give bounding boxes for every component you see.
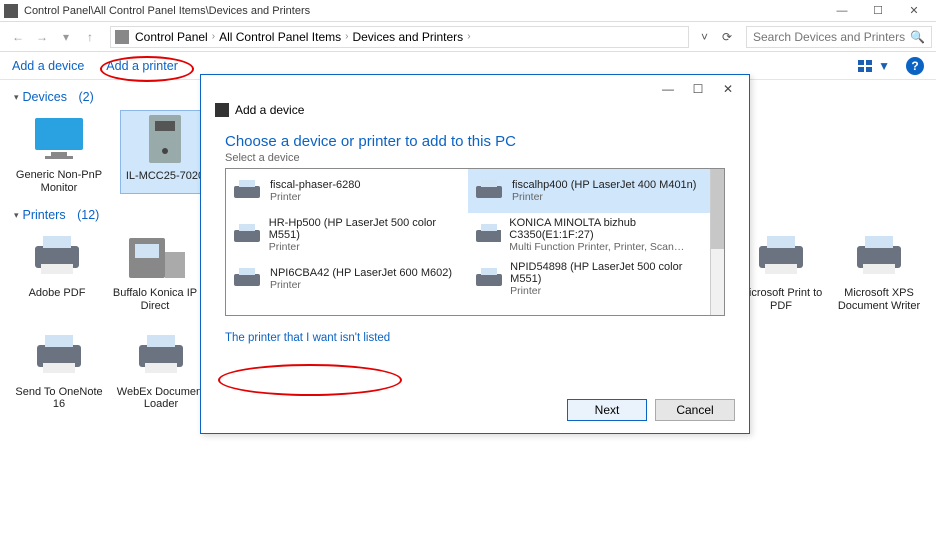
crumb-2[interactable]: Devices and Printers bbox=[352, 30, 463, 44]
dialog-titlebar: — ☐ ✕ bbox=[201, 75, 749, 103]
scrollbar-thumb[interactable] bbox=[711, 169, 724, 249]
address-dropdown[interactable]: ˅ bbox=[695, 30, 714, 44]
device-option[interactable]: HR-Hp500 (HP LaserJet 500 color M551)Pri… bbox=[226, 213, 468, 257]
device-list: fiscal-phaser-6280Printer HR-Hp500 (HP L… bbox=[225, 168, 725, 316]
dialog-heading: Choose a device or printer to add to thi… bbox=[225, 133, 725, 150]
printer-label: Adobe PDF bbox=[14, 287, 100, 300]
up-button[interactable]: ↑ bbox=[80, 27, 100, 47]
dialog-maximize-button[interactable]: ☐ bbox=[683, 79, 713, 99]
collapse-icon: ▾ bbox=[14, 210, 19, 221]
location-icon bbox=[115, 30, 129, 44]
printer-not-listed-link[interactable]: The printer that I want isn't listed bbox=[225, 332, 390, 344]
recent-button[interactable]: ▾ bbox=[56, 27, 76, 47]
search-box[interactable]: 🔍 bbox=[746, 26, 932, 48]
printer-label: Send To OneNote 16 bbox=[14, 386, 104, 411]
add-device-dialog: — ☐ ✕ Add a device Choose a device or pr… bbox=[200, 74, 750, 434]
minimize-button[interactable]: — bbox=[824, 1, 860, 21]
dialog-icon bbox=[215, 103, 229, 117]
device-label: Generic Non-PnP Monitor bbox=[14, 169, 104, 194]
device-option[interactable]: fiscal-phaser-6280Printer bbox=[226, 169, 468, 213]
printer-label: Microsoft Print to PDF bbox=[738, 287, 824, 312]
device-item-pc[interactable]: IL-MCC25-7020 bbox=[120, 110, 210, 194]
chevron-down-icon: ▼ bbox=[878, 59, 890, 73]
printer-icon bbox=[232, 222, 261, 248]
app-icon bbox=[4, 4, 18, 18]
printer-item[interactable]: Send To OneNote 16 bbox=[14, 327, 104, 411]
device-option[interactable]: NPI6CBA42 (HP LaserJet 600 M602)Printer bbox=[226, 257, 468, 301]
search-input[interactable] bbox=[753, 30, 910, 44]
view-menu[interactable]: ▼ bbox=[852, 59, 896, 73]
printer-item[interactable]: Microsoft XPS Document Writer bbox=[836, 228, 922, 312]
printer-icon bbox=[849, 228, 909, 284]
dialog-subheading: Select a device bbox=[225, 152, 725, 164]
printer-icon bbox=[232, 266, 262, 292]
monitor-icon bbox=[29, 110, 89, 166]
search-icon: 🔍 bbox=[910, 30, 925, 44]
device-option-selected[interactable]: fiscalhp400 (HP LaserJet 400 M401n)Print… bbox=[468, 169, 710, 213]
printer-icon bbox=[232, 178, 262, 204]
device-label: IL-MCC25-7020 bbox=[121, 170, 209, 183]
pc-icon bbox=[135, 111, 195, 167]
collapse-icon: ▾ bbox=[14, 92, 19, 103]
dialog-close-button[interactable]: ✕ bbox=[713, 79, 743, 99]
device-item-monitor[interactable]: Generic Non-PnP Monitor bbox=[14, 110, 104, 194]
printer-icon bbox=[27, 228, 87, 284]
printer-label: Buffalo Konica IP Direct bbox=[112, 287, 198, 312]
window-title: Control Panel\All Control Panel Items\De… bbox=[24, 5, 824, 17]
view-icon bbox=[858, 60, 874, 72]
navigation-bar: ← → ▾ ↑ Control Panel› All Control Panel… bbox=[0, 22, 936, 52]
dialog-minimize-button[interactable]: — bbox=[653, 79, 683, 99]
device-option[interactable]: KONICA MINOLTA bizhub C3350(E1:1F:27)Mul… bbox=[468, 213, 710, 257]
breadcrumb[interactable]: Control Panel› All Control Panel Items› … bbox=[110, 26, 689, 48]
printer-icon bbox=[474, 178, 504, 204]
crumb-1[interactable]: All Control Panel Items bbox=[219, 30, 341, 44]
maximize-button[interactable]: ☐ bbox=[860, 1, 896, 21]
printer-item[interactable]: Adobe PDF bbox=[14, 228, 100, 312]
printer-item[interactable]: Microsoft Print to PDF bbox=[738, 228, 824, 312]
printer-label: Microsoft XPS Document Writer bbox=[836, 287, 922, 312]
printer-item[interactable]: WebEx Document Loader bbox=[116, 327, 206, 411]
forward-button[interactable]: → bbox=[32, 27, 52, 47]
refresh-button[interactable]: ⟳ bbox=[714, 30, 740, 44]
printer-icon bbox=[474, 266, 502, 292]
crumb-0[interactable]: Control Panel bbox=[135, 30, 208, 44]
next-button[interactable]: Next bbox=[567, 399, 647, 421]
printer-item[interactable]: Buffalo Konica IP Direct bbox=[112, 228, 198, 312]
help-button[interactable]: ? bbox=[906, 57, 924, 75]
add-device-command[interactable]: Add a device bbox=[12, 59, 84, 73]
printer-icon bbox=[751, 228, 811, 284]
list-scrollbar[interactable] bbox=[710, 169, 724, 315]
printer-icon bbox=[125, 228, 185, 284]
printer-icon bbox=[29, 327, 89, 383]
printer-icon bbox=[131, 327, 191, 383]
add-printer-command[interactable]: Add a printer bbox=[106, 59, 178, 73]
printer-icon bbox=[474, 222, 501, 248]
dialog-title: Add a device bbox=[235, 103, 304, 117]
window-titlebar: Control Panel\All Control Panel Items\De… bbox=[0, 0, 936, 22]
device-option[interactable]: NPID54898 (HP LaserJet 500 color M551)Pr… bbox=[468, 257, 710, 301]
close-button[interactable]: ✕ bbox=[896, 1, 932, 21]
printer-label: WebEx Document Loader bbox=[116, 386, 206, 411]
cancel-button[interactable]: Cancel bbox=[655, 399, 735, 421]
back-button[interactable]: ← bbox=[8, 27, 28, 47]
